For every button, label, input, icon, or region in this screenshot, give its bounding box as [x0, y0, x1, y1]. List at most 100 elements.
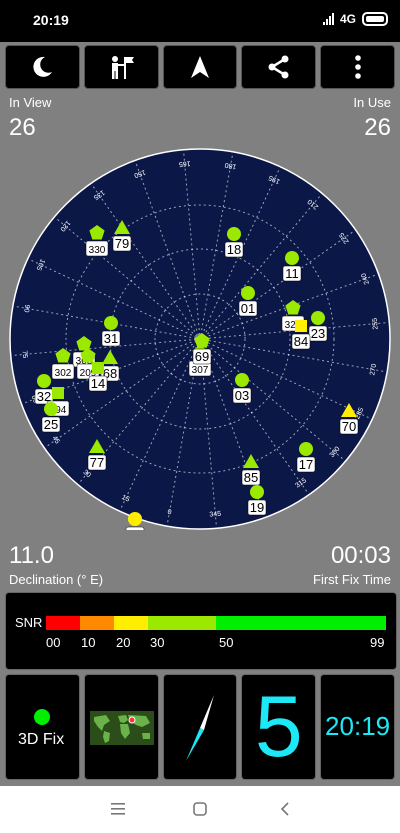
status-bar: 20:19 4G [0, 0, 400, 42]
satellite-marker [92, 362, 104, 374]
satellite-marker [285, 251, 299, 265]
snr-tick-label: 99 [370, 635, 385, 650]
share-button[interactable] [241, 45, 317, 89]
snr-segment [80, 616, 114, 630]
menu-icon[interactable] [111, 803, 125, 815]
back-icon[interactable] [280, 802, 290, 816]
satellite-id: 85 [244, 470, 258, 485]
satellite-marker [311, 311, 325, 325]
satellite-id: 23 [311, 326, 325, 341]
satellite-03[interactable]: 03 [232, 373, 252, 404]
battery-icon [362, 12, 388, 26]
toolbar [5, 45, 395, 89]
satellite-count-tile[interactable]: 5 [241, 674, 317, 780]
satellite-id: 330 [89, 245, 106, 256]
snr-color-bar [46, 616, 386, 630]
status-tiles: 3D Fix 5 20:19 [5, 674, 395, 780]
more-vertical-icon [354, 55, 361, 79]
satellite-id: 25 [44, 417, 58, 432]
signal-icon [322, 13, 334, 25]
fix-status-tile[interactable]: 3D Fix [5, 674, 80, 780]
compass-needle-icon [185, 695, 214, 761]
person-flag-button[interactable] [83, 45, 159, 89]
navigate-button[interactable] [162, 45, 238, 89]
share-icon [268, 55, 289, 79]
satellite-marker [299, 442, 313, 456]
satellite-marker [235, 373, 249, 387]
snr-segment [46, 616, 80, 630]
home-icon[interactable] [193, 802, 207, 816]
compass-tile[interactable] [162, 674, 238, 780]
satellite-11[interactable]: 11 [282, 251, 302, 282]
status-time: 20:19 [33, 12, 69, 28]
satellite-32[interactable]: 32 [34, 374, 54, 405]
satellite-count-value: 5 [254, 679, 303, 775]
azimuth-label: 345 [209, 511, 221, 519]
satellite-25[interactable]: 25 [41, 402, 61, 433]
satellite-id: 01 [241, 301, 255, 316]
satellite-19[interactable]: 19 [247, 485, 267, 516]
satellite-marker [227, 227, 241, 241]
snr-segment [148, 616, 216, 630]
satellite-id: 79 [115, 236, 129, 251]
satellite-69[interactable]: 69 [192, 333, 212, 365]
satellite-id: 84 [294, 334, 308, 349]
in-view-label: In View [9, 95, 52, 110]
satellite-id: 12 [128, 527, 142, 530]
world-map-icon [89, 711, 154, 745]
satellite-id: 302 [55, 368, 72, 379]
satellite-marker [241, 286, 255, 300]
satellite-31[interactable]: 31 [101, 316, 121, 347]
satellite-id: 69 [195, 349, 209, 364]
person-flag-icon [112, 56, 135, 79]
satellite-marker [44, 402, 58, 416]
satellite-id: 70 [342, 419, 356, 434]
moon-icon [33, 56, 53, 77]
satellite-18[interactable]: 18 [224, 227, 244, 258]
satellite-id: 17 [299, 457, 313, 472]
clock-tile[interactable]: 20:19 [320, 674, 395, 780]
in-view-value: 26 [9, 114, 36, 141]
snr-tick-label: 50 [219, 635, 234, 650]
snr-legend: SNR 00 10 20 30 50 99 [5, 592, 397, 670]
snr-tick-label: 00 [46, 635, 61, 650]
snr-ticks: 00 10 20 30 50 99 [6, 635, 396, 651]
night-mode-button[interactable] [5, 45, 80, 89]
satellite-id: 18 [227, 242, 241, 257]
navigation-arrow-icon [190, 56, 209, 78]
satellite-id: 14 [91, 376, 105, 391]
satellite-marker [128, 512, 142, 526]
world-map-tile[interactable] [83, 674, 159, 780]
snr-segment [114, 616, 148, 630]
satellite-17[interactable]: 17 [296, 442, 316, 473]
satellite-id: 77 [90, 455, 104, 470]
satellite-id: 19 [250, 500, 264, 515]
snr-segment [216, 616, 386, 630]
satellite-id: 11 [285, 266, 299, 281]
satellite-marker [250, 485, 264, 499]
satellite-id: 31 [104, 331, 118, 346]
fix-indicator-dot [34, 709, 50, 725]
azimuth-label: 90 [22, 304, 30, 313]
status-icons: 4G [322, 12, 388, 26]
satellite-id: 307 [192, 365, 209, 376]
fix-status-label: 3D Fix [18, 731, 65, 748]
more-button[interactable] [320, 45, 395, 89]
snr-tick-label: 20 [116, 635, 131, 650]
snr-label: SNR [15, 615, 43, 630]
satellite-23[interactable]: 23 [308, 311, 328, 342]
satellite-marker [37, 374, 51, 388]
sky-plot[interactable]: 0153045607590105120135150165 180195210225… [9, 148, 391, 530]
azimuth-label: 255 [372, 317, 380, 329]
network-type: 4G [339, 12, 356, 26]
satellite-01[interactable]: 01 [238, 286, 258, 317]
system-navigation-bar [0, 786, 400, 833]
first-fix-value: 00:03 [330, 542, 391, 569]
satellite-id: 03 [235, 388, 249, 403]
clock-value: 20:19 [325, 711, 391, 741]
in-use-value: 26 [364, 114, 391, 141]
azimuth-label: 75 [21, 350, 29, 358]
satellite-marker [295, 320, 307, 332]
declination-label: Declination (° E) [9, 572, 104, 587]
azimuth-label: 165 [178, 159, 190, 167]
